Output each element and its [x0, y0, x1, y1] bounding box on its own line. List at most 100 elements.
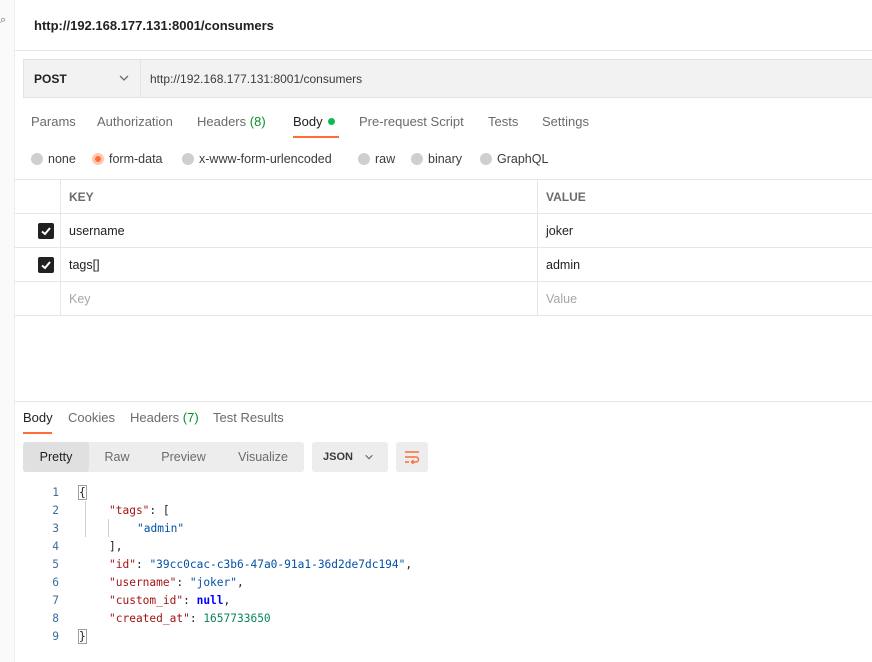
- view-visualize[interactable]: Visualize: [222, 442, 304, 472]
- row-key-cell[interactable]: tags[]: [61, 248, 538, 281]
- code-text: "username": "joker",: [109, 574, 244, 592]
- radio-circle-selected: [92, 152, 104, 165]
- code-text: "tags": [: [109, 502, 170, 520]
- tab-params[interactable]: Params: [31, 114, 76, 129]
- row-enabled-checkbox[interactable]: [38, 223, 54, 239]
- radio-raw[interactable]: raw: [358, 152, 395, 166]
- pane-divider[interactable]: [15, 401, 872, 402]
- search-icon[interactable]: ⌕: [0, 14, 6, 27]
- header-value-label: VALUE: [546, 190, 586, 204]
- request-title[interactable]: http://192.168.177.131:8001/consumers: [34, 18, 274, 33]
- json-punct: ,: [223, 594, 231, 607]
- tab-headers-label: Headers: [197, 114, 247, 129]
- tab-tests[interactable]: Tests: [488, 114, 518, 129]
- headers-count: (8): [249, 114, 266, 129]
- radio-circle: [31, 152, 43, 165]
- new-key-placeholder: Key: [69, 292, 91, 306]
- new-key-input[interactable]: Key: [61, 282, 538, 315]
- json-number: 1657733650: [203, 612, 271, 625]
- chevron-down-icon: [365, 454, 373, 460]
- radio-label: none: [48, 152, 76, 166]
- row-check-cell: [15, 248, 61, 281]
- code-line: 3 "admin": [23, 520, 872, 538]
- form-data-table: KEY VALUE username joker tags[] admin Ke…: [15, 179, 872, 316]
- response-code-viewer[interactable]: 1 { 2 "tags": [ 3 "admin" 4 ], 5 "id": "…: [23, 484, 872, 654]
- code-text: "admin": [137, 520, 184, 538]
- row-key: tags[]: [69, 258, 100, 272]
- wrap-lines-icon: [405, 451, 420, 465]
- line-number: 3: [52, 522, 59, 535]
- row-value-cell[interactable]: joker: [538, 214, 872, 247]
- code-line: 5 "id": "39cc0cac-c3b6-47a0-91a1-36d2de7…: [23, 556, 872, 574]
- format-dropdown[interactable]: JSON: [312, 442, 388, 472]
- json-key: "custom_id": [109, 594, 184, 607]
- row-key-cell[interactable]: username: [61, 214, 538, 247]
- url-input[interactable]: http://192.168.177.131:8001/consumers: [150, 72, 362, 86]
- code-text: }: [78, 628, 87, 646]
- view-raw[interactable]: Raw: [89, 442, 145, 472]
- table-header-row: KEY VALUE: [15, 179, 872, 214]
- row-enabled-checkbox[interactable]: [38, 257, 54, 273]
- json-punct: ,: [405, 558, 413, 571]
- json-key: "tags": [109, 504, 150, 517]
- tab-headers[interactable]: Headers (8): [197, 114, 266, 129]
- table-row: username joker: [15, 214, 872, 248]
- code-line: 6 "username": "joker",: [23, 574, 872, 592]
- tab-authorization[interactable]: Authorization: [97, 114, 173, 129]
- table-header-value: VALUE: [538, 180, 872, 213]
- json-string: "admin": [137, 522, 185, 535]
- tab-body[interactable]: Body: [293, 114, 335, 129]
- radio-none[interactable]: none: [31, 152, 76, 166]
- code-text: {: [78, 484, 87, 502]
- wrap-lines-button[interactable]: [396, 442, 428, 472]
- code-line: 2 "tags": [: [23, 502, 872, 520]
- response-tab-cookies[interactable]: Cookies: [68, 410, 115, 425]
- radio-label: raw: [375, 152, 396, 166]
- radio-label: binary: [428, 152, 463, 166]
- row-value: admin: [546, 258, 581, 272]
- code-line: 4 ],: [23, 538, 872, 556]
- radio-circle: [182, 152, 194, 165]
- code-text: "created_at": 1657733650: [109, 610, 271, 628]
- view-preview[interactable]: Preview: [145, 442, 222, 472]
- tab-pre-request-script[interactable]: Pre-request Script: [359, 114, 464, 129]
- code-text: "id": "39cc0cac-c3b6-47a0-91a1-36d2de7dc…: [109, 556, 412, 574]
- tab-settings[interactable]: Settings: [542, 114, 589, 129]
- left-sidebar-edge: ⌕: [0, 0, 15, 662]
- json-punct: ,: [237, 576, 244, 589]
- indent-guide: [108, 519, 109, 537]
- indent-guide: [85, 501, 86, 537]
- line-number: 5: [52, 558, 59, 571]
- json-key: "created_at": [109, 612, 190, 625]
- response-tab-body[interactable]: Body: [23, 410, 53, 425]
- open-brace: {: [78, 485, 87, 500]
- code-text: ],: [109, 538, 122, 556]
- radio-circle: [480, 152, 492, 165]
- method-selector[interactable]: POST: [24, 60, 141, 97]
- line-number: 9: [52, 630, 59, 643]
- radio-binary[interactable]: binary: [411, 152, 462, 166]
- json-punct: :: [176, 576, 190, 589]
- json-string: "joker": [189, 576, 237, 589]
- response-headers-count: (7): [182, 410, 199, 425]
- response-active-underline: [23, 432, 52, 434]
- view-pretty[interactable]: Pretty: [23, 442, 89, 472]
- row-value-cell[interactable]: admin: [538, 248, 872, 281]
- radio-label: x-www-form-urlencoded: [199, 152, 332, 166]
- close-brace: }: [78, 629, 87, 644]
- header-key-label: KEY: [69, 190, 94, 204]
- view-mode-selector: Pretty Raw Preview Visualize: [23, 442, 304, 472]
- response-tab-headers[interactable]: Headers (7): [130, 410, 199, 425]
- radio-graphql[interactable]: GraphQL: [480, 152, 548, 166]
- line-number: 7: [52, 594, 59, 607]
- json-null: null: [196, 594, 224, 607]
- line-number: 1: [52, 486, 59, 499]
- code-line: 1 {: [23, 484, 872, 502]
- row-check-cell: [15, 282, 61, 315]
- code-line: 9 }: [23, 628, 872, 646]
- radio-form-data[interactable]: form-data: [92, 152, 163, 166]
- radio-x-www-form-urlencoded[interactable]: x-www-form-urlencoded: [182, 152, 332, 166]
- response-tab-test-results[interactable]: Test Results: [213, 410, 284, 425]
- row-check-cell: [15, 214, 61, 247]
- new-value-input[interactable]: Value: [538, 282, 872, 315]
